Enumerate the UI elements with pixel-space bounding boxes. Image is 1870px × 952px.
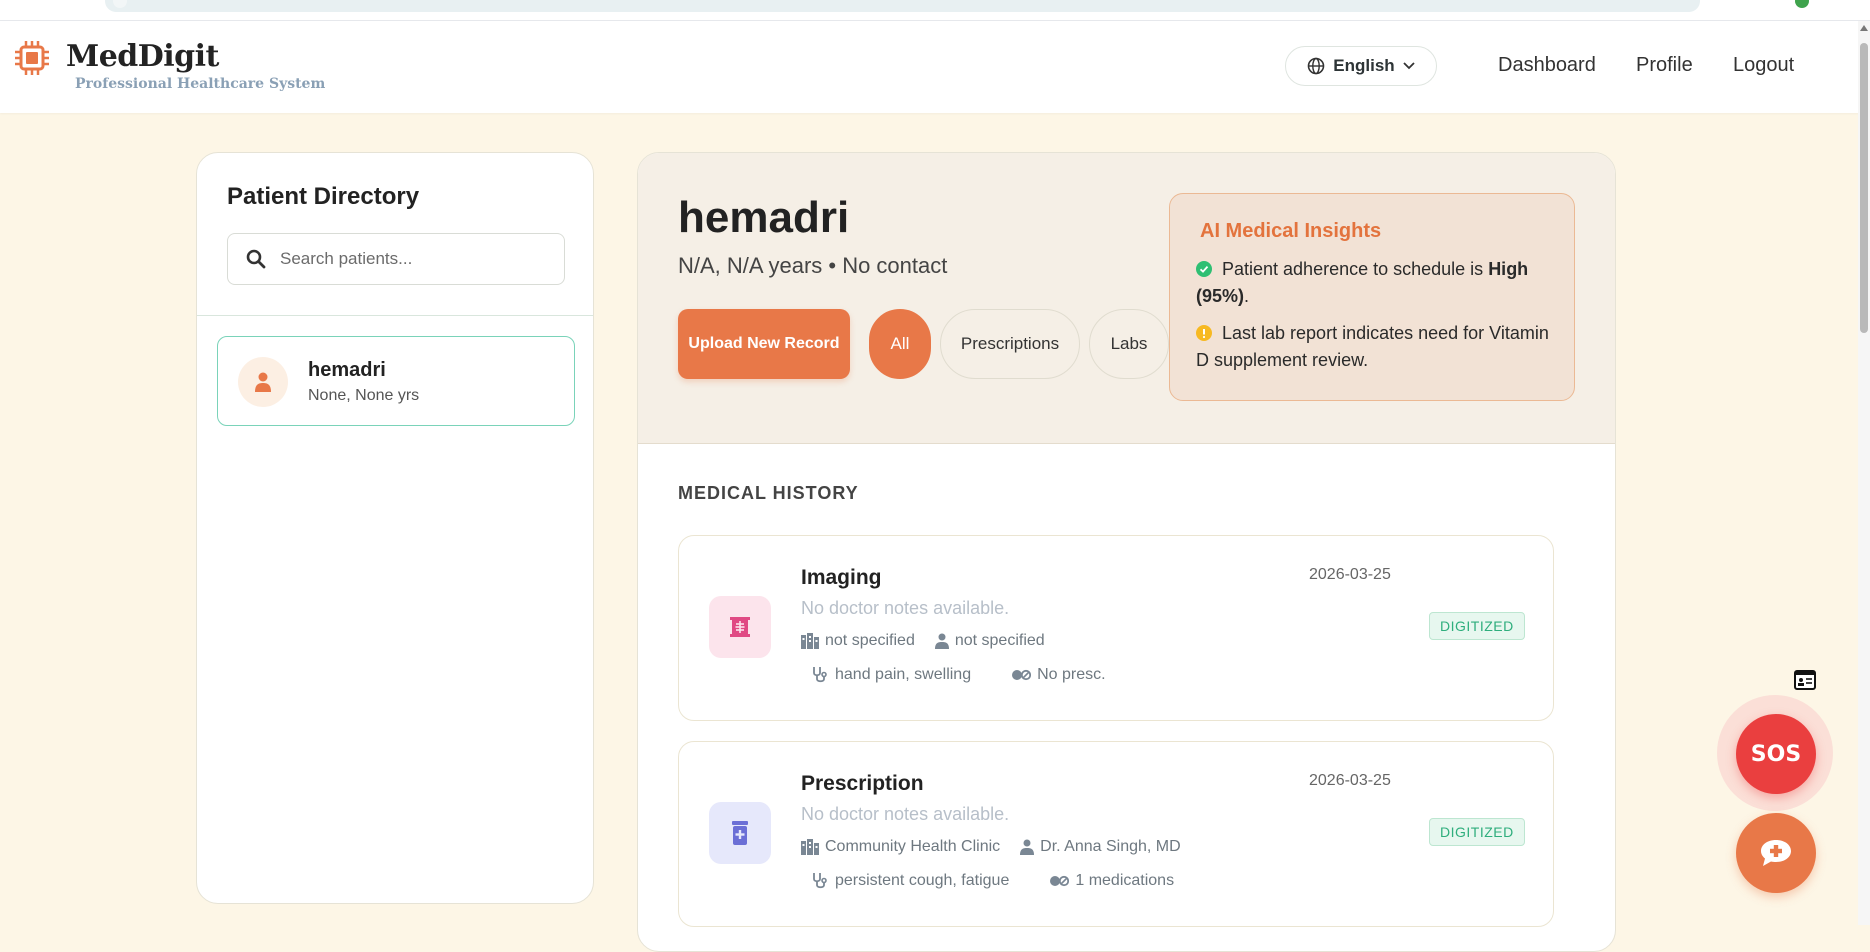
record-facility-text: Community Health Clinic bbox=[825, 838, 1001, 855]
warning-circle-icon bbox=[1196, 325, 1212, 341]
hospital-icon bbox=[801, 839, 819, 855]
record-symptoms: persistent cough, fatigue bbox=[811, 872, 1009, 890]
patient-detail-panel: hemadri N/A, N/A years • No contact Uplo… bbox=[637, 152, 1616, 952]
avatar bbox=[238, 357, 288, 407]
language-selector[interactable]: English bbox=[1285, 46, 1437, 86]
chip-logo-icon bbox=[15, 41, 49, 75]
search-icon bbox=[246, 249, 266, 269]
brand-name[interactable]: MedDigit bbox=[66, 39, 219, 74]
id-card-icon[interactable] bbox=[1794, 670, 1816, 690]
language-label: English bbox=[1333, 56, 1395, 75]
patient-summary-header: hemadri N/A, N/A years • No contact Uplo… bbox=[638, 153, 1615, 444]
patient-directory-title: Patient Directory bbox=[227, 183, 420, 210]
record-notes: No doctor notes available. bbox=[801, 804, 1010, 824]
medical-record-card[interactable]: Imaging No doctor notes available. not s… bbox=[678, 535, 1554, 721]
record-facility: Community Health Clinic bbox=[801, 838, 1000, 856]
record-prescription: 1 medications bbox=[1049, 872, 1174, 890]
record-doctor: not specified bbox=[934, 632, 1045, 650]
address-bar[interactable] bbox=[105, 0, 1700, 12]
chevron-down-icon bbox=[1403, 62, 1415, 70]
insight-adherence-end: . bbox=[1244, 286, 1250, 306]
upload-record-button[interactable]: Upload New Record bbox=[678, 309, 850, 379]
patient-list-details: None, None yrs bbox=[308, 387, 420, 404]
filter-labs[interactable]: Labs bbox=[1089, 309, 1169, 379]
filter-all[interactable]: All bbox=[869, 309, 931, 379]
xray-icon bbox=[709, 596, 771, 658]
insight-adherence: Patient adherence to schedule is High (9… bbox=[1196, 256, 1556, 310]
ai-insights-title: AI Medical Insights bbox=[1200, 220, 1382, 242]
pills-icon bbox=[1012, 669, 1032, 681]
pills-icon bbox=[1050, 875, 1070, 887]
nav-logout[interactable]: Logout bbox=[1733, 54, 1794, 77]
record-symptoms: hand pain, swelling bbox=[811, 666, 971, 684]
record-date: 2026-03-25 bbox=[1309, 566, 1391, 583]
medicine-bottle-icon bbox=[709, 802, 771, 864]
record-symptoms-text: persistent cough, fatigue bbox=[835, 872, 1010, 889]
record-doctor-text: not specified bbox=[954, 632, 1045, 649]
patient-list-item[interactable]: hemadri None, None yrs bbox=[217, 336, 575, 426]
nav-profile[interactable]: Profile bbox=[1636, 54, 1693, 77]
record-doctor: Dr. Anna Singh, MD bbox=[1020, 838, 1181, 856]
sidebar-divider bbox=[197, 315, 593, 316]
globe-icon bbox=[1307, 57, 1325, 75]
scroll-up-arrow-icon[interactable] bbox=[1860, 25, 1868, 31]
check-circle-icon bbox=[1196, 261, 1212, 277]
medical-chat-icon bbox=[1761, 840, 1791, 866]
record-date: 2026-03-25 bbox=[1309, 772, 1391, 789]
scrollbar-thumb[interactable] bbox=[1860, 43, 1868, 333]
stethoscope-icon bbox=[813, 873, 827, 889]
insight-lab: Last lab report indicates need for Vitam… bbox=[1196, 320, 1556, 374]
stethoscope-icon bbox=[813, 667, 827, 683]
insight-lab-text: Last lab report indicates need for Vitam… bbox=[1196, 323, 1549, 370]
medical-record-card[interactable]: Prescription No doctor notes available. … bbox=[678, 741, 1554, 927]
record-facility-text: not specified bbox=[825, 632, 915, 649]
brand-tagline: Professional Healthcare System bbox=[75, 76, 326, 92]
record-type: Imaging bbox=[801, 566, 882, 589]
record-prescription: No presc. bbox=[1011, 666, 1106, 684]
record-doctor-text: Dr. Anna Singh, MD bbox=[1040, 838, 1181, 855]
site-info-icon[interactable] bbox=[113, 0, 127, 8]
status-badge: DIGITIZED bbox=[1429, 612, 1525, 640]
record-prescription-text: 1 medications bbox=[1075, 872, 1175, 889]
record-symptoms-text: hand pain, swelling bbox=[835, 666, 972, 683]
record-type: Prescription bbox=[801, 772, 924, 795]
chat-assistant-button[interactable] bbox=[1736, 813, 1816, 893]
doctor-icon bbox=[934, 633, 949, 649]
hospital-icon bbox=[801, 633, 819, 649]
ai-insights-card: AI Medical Insights Patient adherence to… bbox=[1169, 193, 1575, 401]
extension-icon[interactable] bbox=[1795, 0, 1809, 8]
record-meta: Community Health Clinic Dr. Anna Singh, … bbox=[801, 838, 1181, 856]
insight-adherence-text: Patient adherence to schedule is bbox=[1222, 259, 1489, 279]
status-badge: DIGITIZED bbox=[1429, 818, 1525, 846]
filter-prescriptions[interactable]: Prescriptions bbox=[940, 309, 1080, 379]
user-icon bbox=[255, 372, 271, 392]
record-meta: not specified not specified bbox=[801, 632, 1045, 650]
nav-dashboard[interactable]: Dashboard bbox=[1498, 54, 1596, 77]
doctor-icon bbox=[1020, 839, 1035, 855]
patient-meta: N/A, N/A years • No contact bbox=[678, 253, 948, 278]
app-header: MedDigit Professional Healthcare System … bbox=[0, 21, 1870, 113]
patient-list-name: hemadri bbox=[308, 359, 386, 381]
patient-name-title: hemadri bbox=[678, 193, 850, 242]
medical-history-title: MEDICAL HISTORY bbox=[678, 483, 859, 503]
sos-button[interactable]: SOS bbox=[1736, 714, 1816, 794]
record-notes: No doctor notes available. bbox=[801, 598, 1010, 618]
patient-search-box[interactable] bbox=[227, 233, 565, 285]
browser-strip bbox=[0, 0, 1870, 21]
record-prescription-text: No presc. bbox=[1037, 666, 1106, 683]
page-scrollbar[interactable] bbox=[1858, 21, 1870, 925]
record-details: hand pain, swelling No presc. bbox=[811, 666, 1106, 684]
record-details: persistent cough, fatigue 1 medications bbox=[811, 872, 1174, 890]
record-facility: not specified bbox=[801, 632, 915, 650]
patient-search-input[interactable] bbox=[278, 248, 542, 270]
patient-directory-panel: Patient Directory hemadri None, None yrs bbox=[196, 152, 594, 904]
